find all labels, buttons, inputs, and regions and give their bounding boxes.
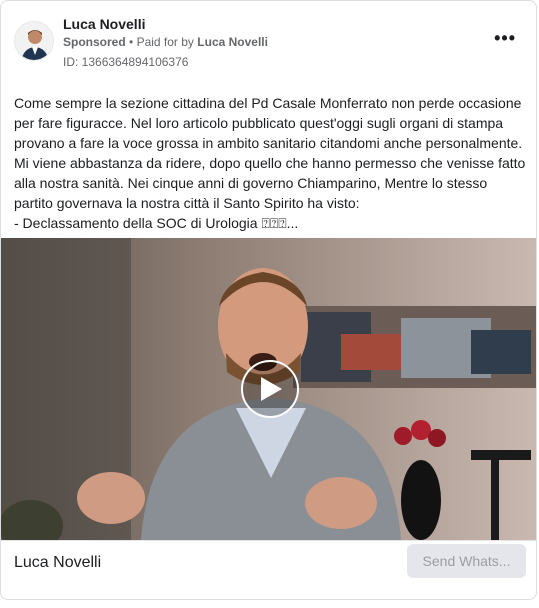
post-header: Luca Novelli Sponsored • Paid for by Luc… [1, 1, 536, 81]
post-text-line: Come sempre la sezione cittadina del Pd … [14, 95, 522, 111]
post-text-line: Mi viene abbastanza da ridere, dopo quel… [14, 155, 526, 171]
sponsored-label: Sponsored [63, 35, 126, 49]
more-options-icon[interactable]: ••• [494, 29, 516, 47]
ad-id: ID: 1366364894106376 [63, 55, 189, 69]
post-text-line: per fare figuracce. Nel loro articolo pu… [14, 115, 504, 131]
ad-card: Luca Novelli Sponsored • Paid for by Luc… [0, 0, 537, 600]
post-text-line: alla nostra sanità. Nei cinque anni di g… [14, 175, 488, 191]
author-name[interactable]: Luca Novelli [63, 16, 145, 32]
footer-title: Luca Novelli [14, 554, 102, 571]
post-text-line: provano a fare la voce grossa in ambito … [14, 135, 523, 151]
play-icon [261, 377, 282, 401]
avatar[interactable] [14, 21, 54, 61]
play-button[interactable] [241, 360, 299, 418]
post-text: Come sempre la sezione cittadina del Pd … [14, 93, 526, 233]
ad-footer: Luca Novelli Send Whats... [1, 540, 536, 599]
post-text-line: partito governava la nostra città il San… [14, 195, 360, 211]
send-whatsapp-button[interactable]: Send Whats... [407, 544, 526, 578]
paid-by: Luca Novelli [197, 35, 268, 49]
paid-prefix: Paid for by [136, 35, 194, 49]
sponsored-line: Sponsored • Paid for by Luca Novelli [63, 35, 268, 49]
separator: • [129, 35, 134, 49]
post-text-line: - Declassamento della SOC di Urologia ⍰⍰… [14, 215, 299, 231]
